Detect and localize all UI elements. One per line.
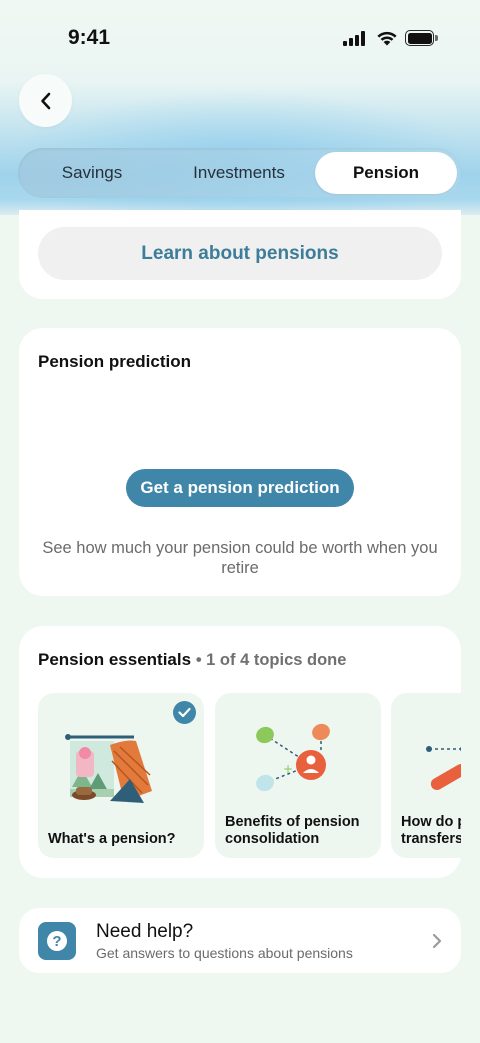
essentials-progress: • 1 of 4 topics done xyxy=(195,651,347,669)
cellular-signal-icon xyxy=(343,31,369,46)
status-time: 9:41 xyxy=(68,26,111,49)
topic-label: Benefits of pension consolidation xyxy=(225,814,360,847)
essentials-title: Pension essentials xyxy=(38,650,192,669)
completed-check-icon xyxy=(173,701,196,724)
tab-savings[interactable]: Savings xyxy=(18,152,166,194)
help-subtitle: Get answers to questions about pensions xyxy=(96,945,353,961)
learn-about-pensions-button[interactable]: Learn about pensions xyxy=(38,227,442,280)
chevron-right-icon xyxy=(432,933,442,949)
get-prediction-button[interactable]: Get a pension prediction xyxy=(126,469,354,507)
tab-investments[interactable]: Investments xyxy=(164,152,314,194)
question-icon: ? xyxy=(38,922,76,960)
prediction-description: See how much your pension could be worth… xyxy=(42,539,438,577)
topic-card-whats-a-pension[interactable]: What's a pension? xyxy=(38,693,204,858)
pension-prediction-card: Pension prediction Get a pension predict… xyxy=(19,328,461,596)
topic-card-benefits-of-consolidation[interactable]: + Benefits of pension consolidation xyxy=(215,693,381,858)
prediction-title: Pension prediction xyxy=(38,352,192,371)
learn-card: Learn about pensions xyxy=(19,210,461,299)
topic-label: How do pension transfers work? xyxy=(401,814,461,847)
transfer-illustration xyxy=(426,746,461,790)
consolidation-illustration: + xyxy=(256,723,330,792)
need-help-row[interactable]: ? Need help? Get answers to questions ab… xyxy=(19,908,461,973)
topic-card-how-transfers-work[interactable]: How do pension transfers work? xyxy=(391,693,461,858)
essentials-header: Pension essentials • 1 of 4 topics done xyxy=(38,650,346,670)
product-segmented-control: Savings Investments Pension xyxy=(18,148,461,198)
battery-icon xyxy=(405,30,438,46)
svg-text:+: + xyxy=(283,762,293,776)
pension-essentials-card: Pension essentials • 1 of 4 topics done … xyxy=(19,626,461,878)
wifi-icon xyxy=(377,31,397,46)
status-bar: 9:41 xyxy=(0,0,480,78)
pension-jar-illustration xyxy=(65,734,152,803)
topic-label: What's a pension? xyxy=(48,831,176,847)
help-title: Need help? xyxy=(96,921,194,942)
tab-pension[interactable]: Pension xyxy=(315,152,457,194)
back-button[interactable] xyxy=(19,74,72,127)
chevron-left-icon xyxy=(40,92,50,109)
